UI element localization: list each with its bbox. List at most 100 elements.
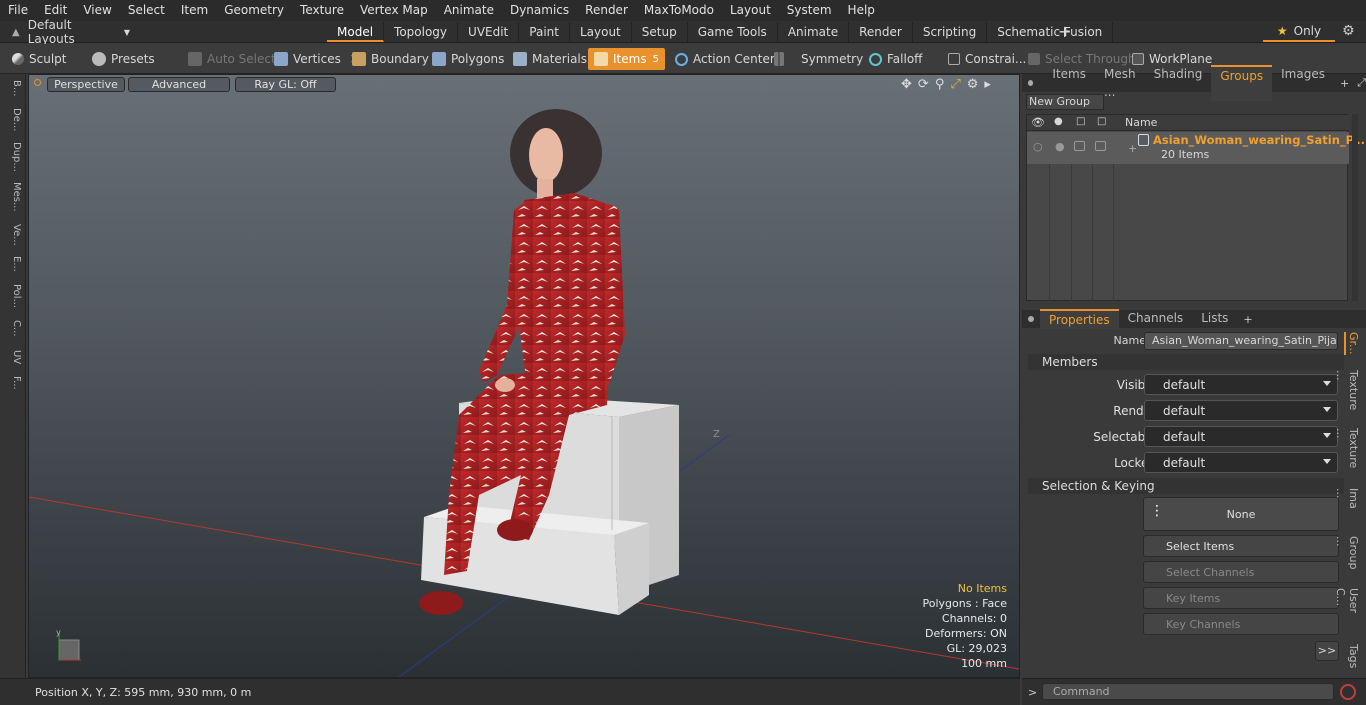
symmetry-icon bbox=[774, 52, 784, 66]
boundary-button[interactable]: Boundary bbox=[346, 48, 435, 70]
side-tab-0[interactable]: Gr... bbox=[1344, 332, 1360, 355]
none-button[interactable]: ⋮ None bbox=[1143, 497, 1339, 531]
materials-button[interactable]: Materials bbox=[507, 48, 593, 70]
menu-maxtomodo[interactable]: MaxToModo bbox=[636, 0, 722, 21]
symmetry-button[interactable]: Symmetry bbox=[768, 48, 869, 70]
info-scale: 100 mm bbox=[961, 657, 1007, 670]
name-field[interactable]: Asian_Woman_wearing_Satin_Pijama_ bbox=[1144, 332, 1338, 350]
constraints-label: Constrai... bbox=[965, 52, 1027, 66]
add-scene-tab-button[interactable]: + bbox=[1340, 77, 1349, 90]
menu-vertex-map[interactable]: Vertex Map bbox=[352, 0, 436, 21]
gear-icon[interactable]: ⚙ bbox=[1342, 23, 1355, 39]
left-tab-2[interactable]: Dup... bbox=[4, 142, 22, 172]
props-tab-channels[interactable]: Channels bbox=[1119, 309, 1193, 329]
menu-system[interactable]: System bbox=[779, 0, 840, 21]
side-tab-5[interactable]: User C... bbox=[1334, 588, 1360, 613]
locked-dropdown[interactable]: default bbox=[1144, 452, 1338, 473]
expand-icon[interactable]: + bbox=[1128, 142, 1137, 155]
members-section[interactable]: Members bbox=[1028, 354, 1344, 370]
scene-tab-groups[interactable]: Groups bbox=[1211, 65, 1273, 101]
side-tab-6[interactable]: Tags bbox=[1344, 644, 1360, 668]
select-channels-button[interactable]: Select Channels bbox=[1143, 561, 1339, 583]
select-toggle-icon[interactable] bbox=[1095, 141, 1106, 151]
mode-tab-layout[interactable]: Layout bbox=[570, 22, 632, 42]
action-center-button[interactable]: Action Center bbox=[669, 48, 781, 70]
left-tab-7[interactable]: C... bbox=[4, 320, 22, 337]
scene-tab-shading[interactable]: Shading bbox=[1145, 65, 1212, 101]
side-tab-1[interactable]: Texture ... bbox=[1334, 370, 1360, 410]
menu-item[interactable]: Item bbox=[173, 0, 216, 21]
props-tab-lists[interactable]: Lists bbox=[1192, 309, 1237, 329]
menu-select[interactable]: Select bbox=[120, 0, 173, 21]
mode-tab-render[interactable]: Render bbox=[849, 22, 913, 42]
mode-tab-model[interactable]: Model bbox=[327, 22, 385, 42]
boundary-icon bbox=[352, 52, 366, 66]
mode-tab-scripting[interactable]: Scripting bbox=[913, 22, 988, 42]
record-icon[interactable] bbox=[1340, 684, 1356, 700]
scene-tab-images[interactable]: Images bbox=[1272, 65, 1334, 101]
add-tab-button[interactable]: + bbox=[1058, 22, 1071, 41]
mode-tab-topology[interactable]: Topology bbox=[384, 22, 459, 42]
only-button[interactable]: ★ Only bbox=[1263, 22, 1335, 42]
select-items-button[interactable]: Select Items bbox=[1143, 535, 1339, 557]
side-tab-4[interactable]: Group ... bbox=[1334, 536, 1360, 570]
star-icon: ★ bbox=[1276, 24, 1288, 38]
left-tab-3[interactable]: Mes... bbox=[4, 182, 22, 212]
selection-keying-section[interactable]: Selection & Keying bbox=[1028, 478, 1344, 494]
polygons-button[interactable]: Polygons bbox=[426, 48, 510, 70]
menu-animate[interactable]: Animate bbox=[436, 0, 502, 21]
3d-viewport[interactable]: Perspective Advanced Ray GL: Off ✥ ⟳ ⚲ ⤢… bbox=[28, 74, 1020, 678]
lock-toggle-icon[interactable] bbox=[1074, 141, 1085, 151]
panel-options-icon[interactable] bbox=[1028, 80, 1034, 86]
add-props-tab-button[interactable]: + bbox=[1243, 313, 1252, 326]
left-tab-4[interactable]: Ve... bbox=[4, 224, 22, 246]
sculpt-button[interactable]: Sculpt bbox=[6, 48, 72, 70]
default-layouts-dropdown[interactable]: ▲ Default Layouts ▼ bbox=[0, 18, 130, 46]
scene-scrollbar[interactable] bbox=[1352, 114, 1358, 301]
mode-tab-animate[interactable]: Animate bbox=[778, 22, 850, 42]
more-button[interactable]: >> bbox=[1315, 641, 1339, 661]
left-tab-6[interactable]: Pol... bbox=[4, 284, 22, 308]
group-row[interactable]: ○ ● + Asian_Woman_wearing_Satin_P... 20 … bbox=[1027, 132, 1365, 164]
mode-tab-uvedit[interactable]: UVEdit bbox=[458, 22, 520, 42]
menu-bar: File Edit View Select Item Geometry Texture Ver… bbox=[0, 0, 1366, 21]
menu-render[interactable]: Render bbox=[577, 0, 636, 21]
left-tab-8[interactable]: UV bbox=[4, 350, 22, 364]
mode-tab-setup[interactable]: Setup bbox=[632, 22, 688, 42]
items-button[interactable]: Items 5 bbox=[588, 48, 665, 70]
info-gl: GL: 29,023 bbox=[946, 642, 1007, 655]
mode-tab-schematic-fusion[interactable]: Schematic Fusion bbox=[987, 22, 1114, 42]
menu-texture[interactable]: Texture bbox=[292, 0, 352, 21]
render-dropdown[interactable]: default bbox=[1144, 400, 1338, 421]
render-toggle-icon[interactable]: ● bbox=[1055, 140, 1065, 153]
menu-geometry[interactable]: Geometry bbox=[216, 0, 292, 21]
workplane-label: WorkPlane bbox=[1149, 52, 1213, 66]
mode-tab-game-tools[interactable]: Game Tools bbox=[688, 22, 778, 42]
selectable-dropdown[interactable]: default bbox=[1144, 426, 1338, 447]
new-group-button[interactable]: New Group bbox=[1026, 94, 1104, 110]
materials-label: Materials bbox=[532, 52, 588, 66]
side-tab-2[interactable]: Texture ... bbox=[1334, 428, 1360, 468]
menu-dynamics[interactable]: Dynamics bbox=[502, 0, 577, 21]
panel-options-icon[interactable] bbox=[1028, 316, 1034, 322]
left-tab-1[interactable]: De... bbox=[4, 108, 22, 131]
expand-panel-icon[interactable]: ⤢ bbox=[1357, 76, 1366, 90]
left-tab-5[interactable]: E... bbox=[4, 256, 22, 272]
props-tab-properties[interactable]: Properties bbox=[1040, 309, 1119, 329]
menu-layout[interactable]: Layout bbox=[722, 0, 779, 21]
key-items-button[interactable]: Key Items bbox=[1143, 587, 1339, 609]
command-input[interactable]: Command bbox=[1042, 683, 1334, 700]
presets-button[interactable]: Presets bbox=[86, 48, 161, 70]
visibility-icon[interactable]: ○ bbox=[1033, 140, 1043, 153]
left-tab-9[interactable]: F... bbox=[4, 376, 22, 390]
polygons-label: Polygons bbox=[451, 52, 505, 66]
mode-tab-paint[interactable]: Paint bbox=[519, 22, 570, 42]
falloff-button[interactable]: Falloff bbox=[863, 48, 928, 70]
auto-select-button[interactable]: Auto Select bbox=[182, 48, 282, 70]
menu-help[interactable]: Help bbox=[840, 0, 883, 21]
constraints-button[interactable]: Constrai... bbox=[942, 48, 1032, 70]
side-tab-3[interactable]: Ima ... bbox=[1334, 488, 1360, 509]
visible-dropdown[interactable]: default bbox=[1144, 374, 1338, 395]
key-channels-button[interactable]: Key Channels bbox=[1143, 613, 1339, 635]
left-tab-0[interactable]: B... bbox=[4, 80, 22, 96]
